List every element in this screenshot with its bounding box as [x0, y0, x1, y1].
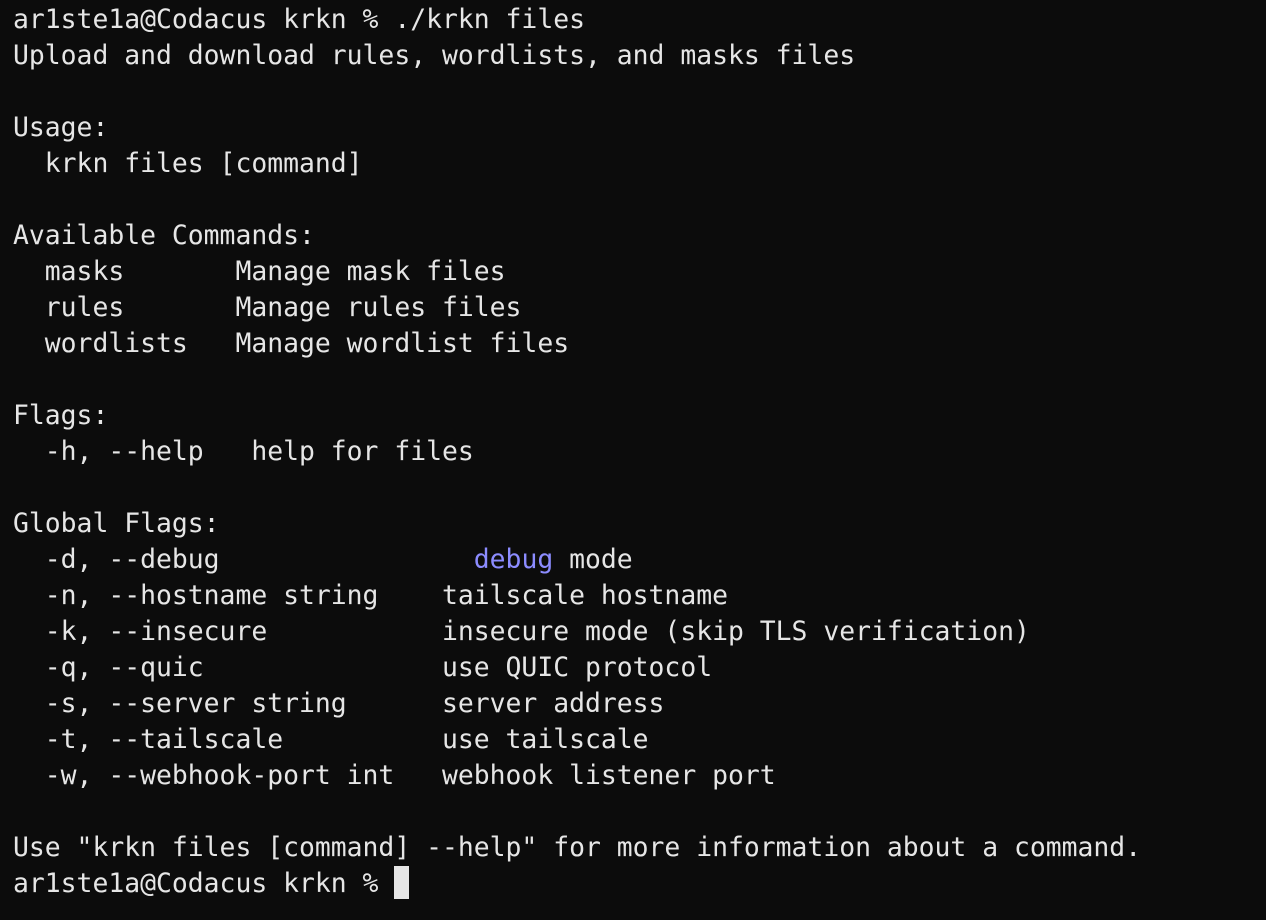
global-flag-line-tailscale: -t, --tailscale use tailscale [13, 724, 649, 755]
final-prompt-line[interactable]: ar1ste1a@Codacus krkn % [13, 866, 1266, 902]
commands-heading: Available Commands: [13, 220, 315, 251]
command-line-wordlists: wordlists Manage wordlist files [13, 328, 570, 359]
usage-heading: Usage: [13, 112, 109, 143]
debug-flag-suffix: mode [553, 544, 633, 575]
command-line-rules: rules Manage rules files [13, 292, 522, 323]
global-flag-line-server: -s, --server string server address [13, 688, 665, 719]
description-line: Upload and download rules, wordlists, an… [13, 40, 856, 71]
text-cursor [394, 866, 410, 899]
footer-help-line: Use "krkn files [command] --help" for mo… [13, 832, 1142, 863]
terminal-window[interactable]: ar1ste1a@Codacus krkn % ./krkn files Upl… [0, 0, 1266, 920]
global-flag-line-webhook-port: -w, --webhook-port int webhook listener … [13, 760, 776, 791]
global-flag-line-hostname: -n, --hostname string tailscale hostname [13, 580, 728, 611]
global-flags-heading: Global Flags: [13, 508, 220, 539]
debug-highlight-word: debug [473, 544, 554, 575]
global-flag-line-insecure: -k, --insecure insecure mode (skip TLS v… [13, 616, 1030, 647]
flag-line-help: -h, --help help for files [13, 436, 474, 467]
flags-heading: Flags: [13, 400, 109, 431]
prompt-command-line: ar1ste1a@Codacus krkn % ./krkn files [13, 4, 585, 35]
global-flag-line-quic: -q, --quic use QUIC protocol [13, 652, 713, 683]
usage-line: krkn files [command] [13, 148, 363, 179]
debug-flag-prefix: -d, --debug [13, 544, 474, 575]
command-line-masks: masks Manage mask files [13, 256, 506, 287]
final-prompt-text: ar1ste1a@Codacus krkn % [13, 868, 395, 899]
global-flag-line-debug: -d, --debug debug mode [13, 542, 1266, 578]
